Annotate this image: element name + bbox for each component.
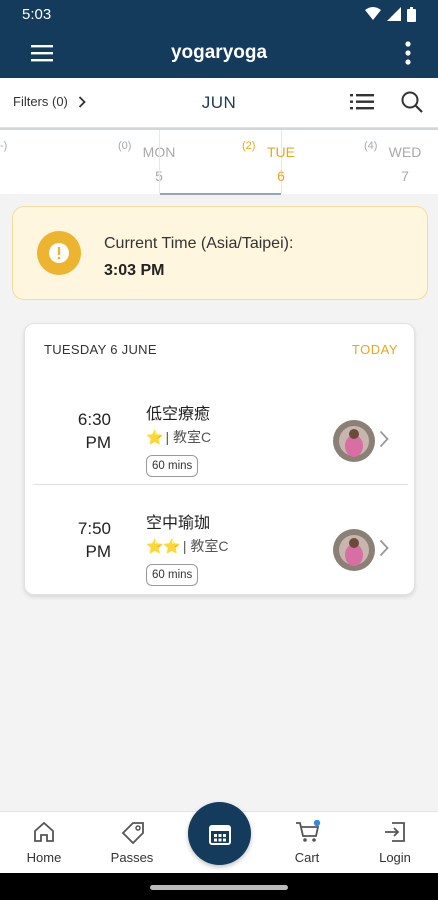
calendar-icon — [208, 824, 231, 845]
tab-login[interactable]: Login — [355, 812, 435, 874]
search-icon[interactable] — [400, 90, 424, 114]
info-icon — [37, 231, 81, 275]
class-time-hour: 7:50 — [77, 519, 111, 538]
tab-label: Passes — [110, 850, 154, 865]
current-time-label: Current Time (Asia/Taipei): — [104, 235, 294, 252]
list-icon[interactable] — [350, 93, 374, 111]
tab-passes[interactable]: Passes — [92, 812, 172, 874]
current-time-notice: Current Time (Asia/Taipei): 3:03 PM — [12, 206, 428, 300]
class-time: 7:50 PM — [55, 517, 111, 563]
signal-icon — [387, 7, 401, 21]
sub-bar: Filters (0) JUN — [0, 78, 438, 128]
day-selector: -) MON (0) 5 TUE (2) 6 WED (4) 7 — [0, 128, 438, 195]
divider — [33, 484, 408, 485]
schedule-card: TUESDAY 6 JUNE TODAY 6:30 PM 低空療癒 ⭐ | 教室… — [24, 323, 415, 595]
day-tue[interactable]: TUE (2) 6 — [159, 130, 295, 195]
chevron-right-icon — [379, 539, 389, 557]
chevron-right-icon — [78, 95, 86, 108]
more-vert-icon[interactable] — [398, 38, 418, 68]
schedule-fab[interactable] — [188, 802, 251, 865]
tag-icon — [121, 822, 144, 844]
class-name: 空中瑜珈 — [146, 515, 211, 532]
login-icon — [385, 822, 405, 842]
class-room: | 教室C — [182, 538, 229, 554]
class-time-period: PM — [85, 542, 112, 561]
class-meta: ⭐⭐ | 教室C — [146, 536, 229, 556]
home-gesture-pill[interactable] — [150, 885, 288, 890]
star-rating: ⭐⭐ — [146, 537, 181, 554]
wifi-icon — [365, 7, 381, 20]
day-count: (4) — [364, 140, 378, 152]
instructor-avatar — [333, 529, 375, 571]
instructor-avatar — [333, 420, 375, 462]
class-time: 6:30 PM — [55, 408, 111, 454]
tab-cart[interactable]: Cart — [267, 812, 347, 874]
class-meta: ⭐ | 教室C — [146, 427, 211, 447]
class-time-hour: 6:30 — [77, 410, 111, 429]
day-count: -) — [0, 140, 8, 152]
tab-label: Cart — [294, 850, 320, 865]
class-room: | 教室C — [165, 429, 212, 445]
filters-button[interactable]: Filters (0) — [13, 94, 86, 109]
status-time: 5:03 — [22, 5, 52, 23]
battery-icon — [407, 6, 416, 22]
class-time-period: PM — [85, 433, 112, 452]
star-rating: ⭐ — [146, 428, 164, 445]
day-number: 7 — [401, 168, 409, 184]
home-icon — [34, 821, 54, 842]
chevron-right-icon — [379, 430, 389, 448]
tab-home[interactable]: Home — [4, 812, 84, 874]
class-item[interactable]: 6:30 PM 低空療癒 ⭐ | 教室C 60 mins — [25, 406, 416, 516]
class-duration: 60 mins — [146, 564, 199, 586]
day-name: WED — [388, 144, 422, 160]
filters-label: Filters (0) — [13, 94, 68, 109]
current-time-value: 3:03 PM — [104, 262, 165, 279]
cart-icon — [296, 820, 321, 842]
app-title: yogaryoga — [170, 42, 268, 63]
class-name: 低空療癒 — [146, 406, 211, 423]
day-mon[interactable]: MON (0) 5 — [36, 130, 175, 194]
tab-label: Login — [379, 850, 411, 865]
class-duration: 60 mins — [146, 455, 199, 477]
day-prev-partial[interactable]: -) — [0, 130, 36, 194]
status-icons — [365, 6, 416, 22]
tab-label: Home — [26, 850, 62, 865]
day-wed[interactable]: WED (4) 7 — [282, 130, 421, 194]
app-bar: yogaryoga — [0, 28, 438, 78]
menu-icon[interactable] — [28, 41, 56, 65]
system-nav-bar — [0, 873, 438, 900]
day-count: (0) — [118, 140, 132, 152]
status-bar: 5:03 — [0, 0, 438, 28]
today-button[interactable]: TODAY — [352, 342, 398, 357]
date-header: TUESDAY 6 JUNE — [44, 342, 157, 357]
class-item[interactable]: 7:50 PM 空中瑜珈 ⭐⭐ | 教室C 60 mins — [25, 515, 416, 625]
day-count: (2) — [242, 140, 256, 152]
